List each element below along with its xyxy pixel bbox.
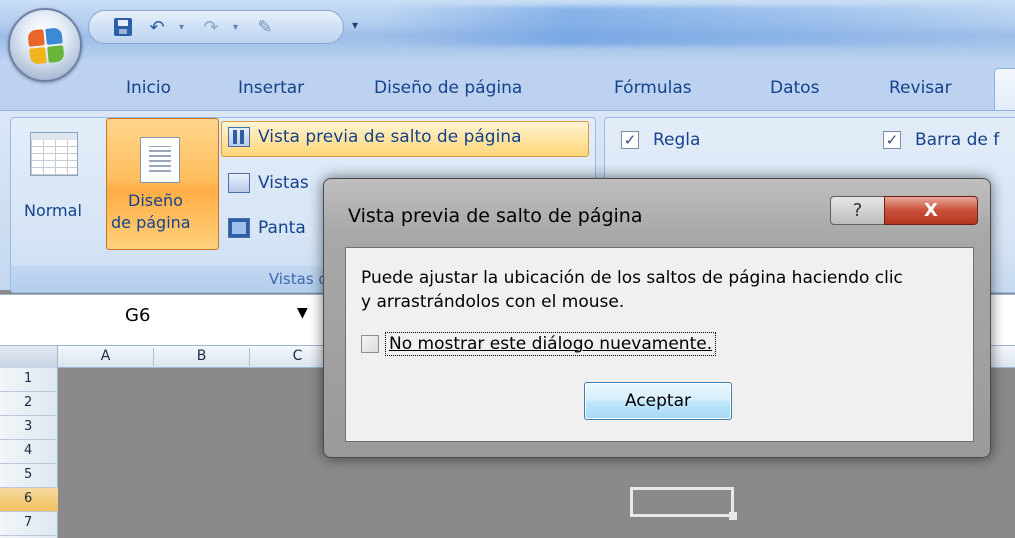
page-break-preview-item[interactable]: Vista previa de salto de página (228, 127, 521, 147)
page-layout-label-2: de página (111, 213, 191, 232)
dialog-body: Puede ajustar la ubicación de los saltos… (345, 247, 974, 442)
tab-vista[interactable] (994, 68, 1015, 112)
custom-views-label: Vistas (258, 173, 309, 193)
help-button[interactable]: ? (830, 196, 885, 225)
ok-button[interactable]: Aceptar (584, 382, 732, 420)
row-1-header[interactable]: 1 (0, 368, 58, 392)
full-screen-label: Panta (258, 218, 306, 238)
custom-views-icon (228, 173, 250, 193)
custom-views-button[interactable]: Vistas (228, 173, 309, 193)
redo-dropdown-icon[interactable]: ▾ (233, 22, 243, 33)
dialog-title: Vista previa de salto de página (348, 205, 643, 227)
row-5-header[interactable]: 5 (0, 464, 58, 488)
tab-datos[interactable]: Datos (770, 78, 819, 98)
page-layout-button[interactable]: Diseño de página (106, 118, 219, 250)
customize-qat-icon[interactable]: ▾ (352, 18, 358, 32)
dont-show-again-box[interactable] (361, 335, 379, 353)
page-break-icon (228, 127, 250, 147)
title-bar: ↶ ▾ ↷ ▾ ✎ ▾ (0, 0, 1015, 60)
ruler-label: Regla (653, 130, 701, 150)
title-glow (380, 6, 1010, 46)
column-b-header[interactable]: B (154, 348, 250, 366)
custom-icon[interactable]: ✎ (253, 15, 277, 39)
row-4-header[interactable]: 4 (0, 440, 58, 464)
normal-view-label[interactable]: Normal (24, 201, 82, 221)
name-box[interactable] (7, 301, 327, 339)
dialog-message: Puede ajustar la ubicación de los saltos… (361, 266, 971, 314)
tab-insertar[interactable]: Insertar (238, 78, 304, 98)
tab-diseno-de-pagina[interactable]: Diseño de página (374, 78, 522, 98)
row-2-header[interactable]: 2 (0, 392, 58, 416)
tab-inicio[interactable]: Inicio (126, 78, 171, 98)
name-box-dropdown-icon[interactable]: ▼ (297, 305, 308, 321)
dont-show-again-label[interactable]: No mostrar este diálogo nuevamente. (385, 332, 717, 356)
ruler-checkbox[interactable]: ✓ Regla (621, 130, 700, 150)
full-screen-icon (228, 218, 250, 238)
ruler-check-icon: ✓ (621, 131, 639, 149)
page-break-drag-handle[interactable] (630, 487, 737, 520)
close-button[interactable]: X (884, 196, 978, 225)
office-logo-icon (27, 27, 65, 65)
full-screen-button[interactable]: Panta (228, 218, 306, 238)
dont-show-again-checkbox[interactable]: No mostrar este diálogo nuevamente. (361, 332, 717, 356)
page-break-preview-dialog: Vista previa de salto de página ? X Pued… (323, 178, 991, 458)
save-icon[interactable] (111, 15, 135, 39)
undo-icon[interactable]: ↶ (145, 15, 169, 39)
page-layout-label-1: Diseño (128, 191, 183, 210)
formula-bar-checkbox[interactable]: ✓ Barra de f (883, 130, 999, 150)
formula-bar-label: Barra de f (915, 130, 1000, 150)
tab-formulas[interactable]: Fórmulas (614, 78, 692, 98)
row-6-header[interactable]: 6 (0, 488, 58, 512)
ribbon-tabs: Inicio Insertar Diseño de página Fórmula… (0, 60, 1015, 112)
dialog-message-line-1: Puede ajustar la ubicación de los saltos… (361, 268, 903, 288)
redo-icon[interactable]: ↷ (199, 15, 223, 39)
page-break-preview-label: Vista previa de salto de página (258, 127, 522, 147)
column-a-header[interactable]: A (58, 348, 154, 366)
office-button[interactable] (8, 8, 82, 82)
row-header: 1 2 3 4 5 6 7 (0, 368, 58, 538)
row-3-header[interactable]: 3 (0, 416, 58, 440)
quick-access-toolbar: ↶ ▾ ↷ ▾ ✎ (88, 10, 344, 44)
row-7-header[interactable]: 7 (0, 512, 58, 536)
undo-dropdown-icon[interactable]: ▾ (179, 22, 189, 33)
name-box-value[interactable]: G6 (125, 305, 150, 326)
dialog-message-line-2: y arrastrándolos con el mouse. (361, 292, 625, 312)
page-layout-icon (140, 137, 180, 183)
formula-bar-check-icon: ✓ (883, 131, 901, 149)
tab-revisar[interactable]: Revisar (889, 78, 952, 98)
normal-view-icon[interactable] (30, 132, 78, 176)
select-all-corner[interactable] (0, 346, 58, 368)
